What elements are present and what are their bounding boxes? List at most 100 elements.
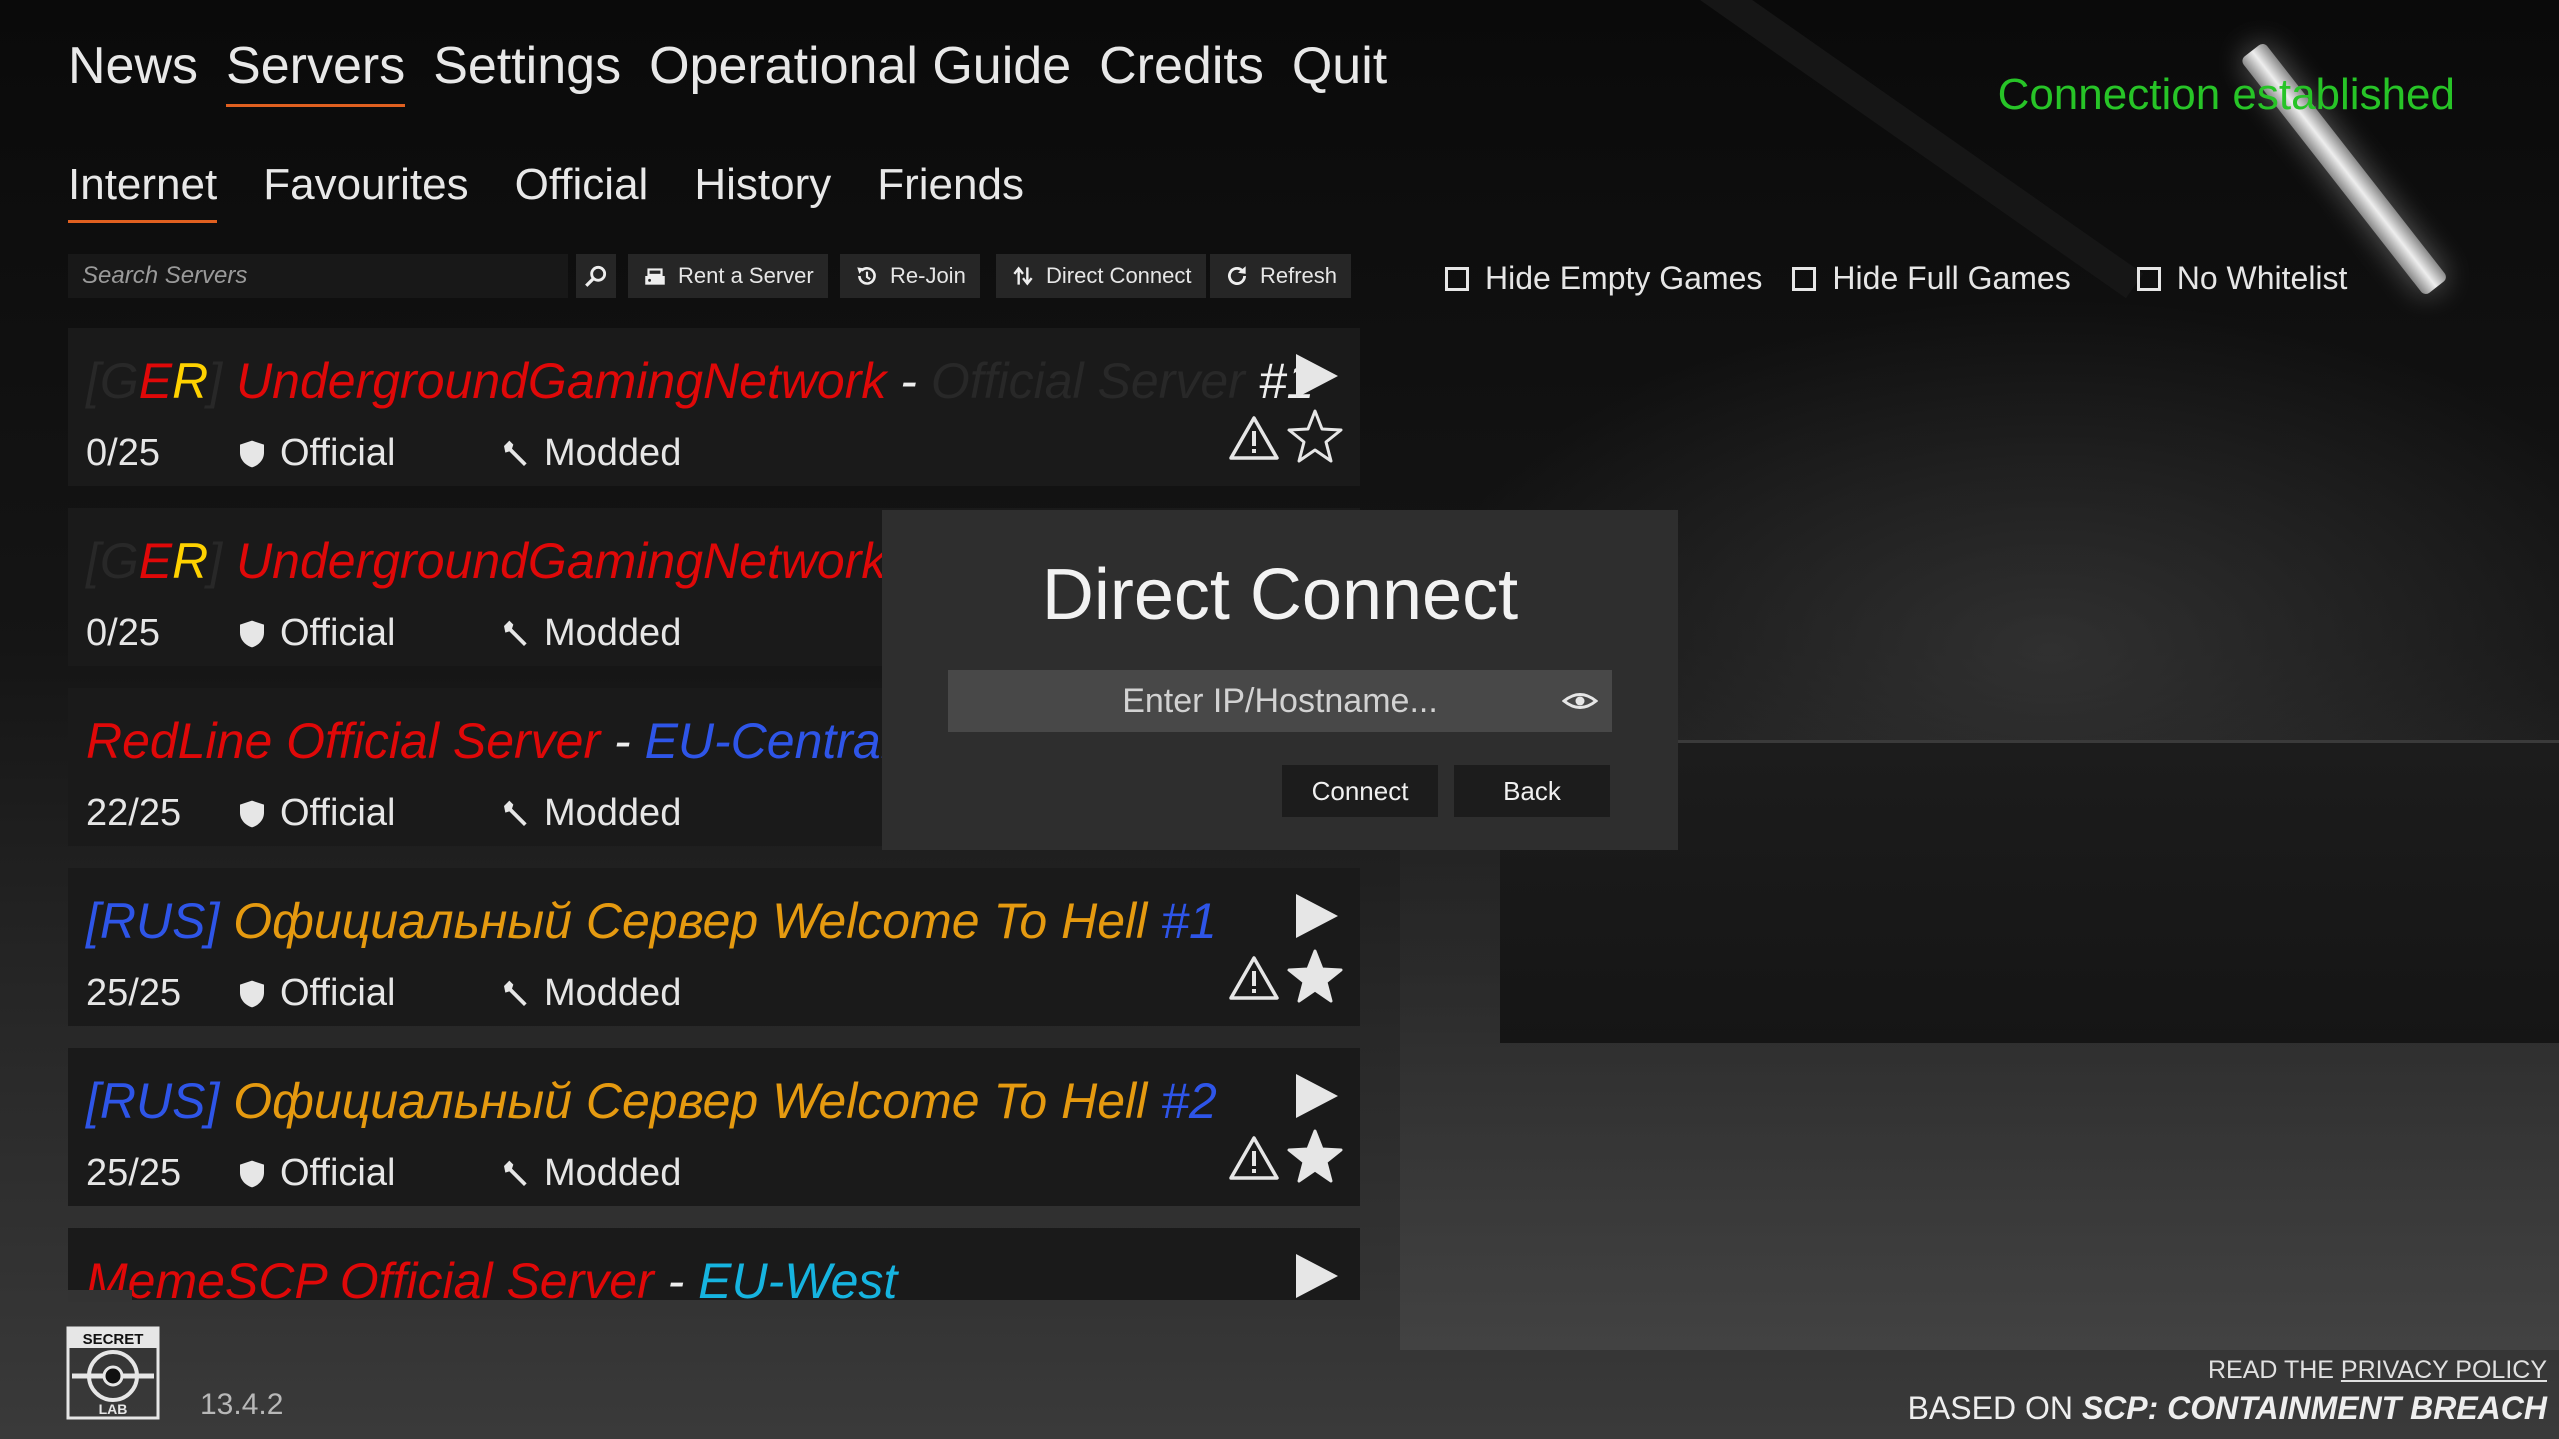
server-name: MemeSCP Official Server - EU-West <box>86 1252 897 1300</box>
official-tag-label: Official <box>280 792 396 834</box>
logo-bottom-text: LAB <box>99 1401 128 1417</box>
server-row[interactable]: MemeSCP Official Server - EU-West <box>68 1228 1360 1300</box>
server-name-part: R <box>172 353 209 409</box>
play-icon[interactable] <box>1290 350 1342 402</box>
connection-status: Connection established <box>1997 70 2455 119</box>
checkbox-hide-full[interactable] <box>1792 266 1817 291</box>
nav-news[interactable]: News <box>68 36 198 107</box>
server-row[interactable]: [GER] UndergroundGamingNetwork - Officia… <box>68 328 1360 486</box>
eye-icon[interactable] <box>1562 688 1598 714</box>
secret-lab-logo: SECRET LAB <box>66 1326 160 1420</box>
play-icon[interactable] <box>1290 890 1342 942</box>
server-name-part: [RUS] <box>86 893 234 949</box>
modded-tag-label: Modded <box>544 612 682 654</box>
server-name-part: E <box>138 533 173 589</box>
server-name-part: RedLine Official Server <box>86 713 601 769</box>
based-prefix: BASED ON <box>1907 1390 2082 1426</box>
wrench-icon <box>504 440 527 466</box>
server-name-part: E <box>138 353 173 409</box>
tab-history[interactable]: History <box>694 160 831 223</box>
history-icon <box>857 267 876 285</box>
official-tag-label: Official <box>280 432 396 474</box>
back-button[interactable]: Back <box>1454 765 1610 817</box>
server-name-part: #2 <box>1161 1073 1217 1129</box>
nav-settings[interactable]: Settings <box>433 36 621 107</box>
filter-hide-empty-label: Hide Empty Games <box>1485 260 1763 296</box>
ip-field <box>948 670 1612 732</box>
server-name-part: - <box>653 1253 699 1300</box>
server-name-part: ] <box>208 533 237 589</box>
refresh-button[interactable]: Refresh <box>1210 254 1352 298</box>
filter-hide-full[interactable]: Hide Full Games <box>1792 260 2071 297</box>
player-count: 0/25 <box>86 612 160 654</box>
filter-no-whitelist-label: No Whitelist <box>2176 260 2348 296</box>
official-tag: Official <box>236 1152 395 1195</box>
tab-friends[interactable]: Friends <box>877 160 1024 223</box>
tab-favourites[interactable]: Favourites <box>263 160 468 223</box>
connect-button[interactable]: Connect <box>1282 765 1438 817</box>
server-name-part: ] <box>208 353 237 409</box>
modded-tag-label: Modded <box>544 1152 682 1194</box>
report-warning-icon[interactable] <box>1228 1134 1280 1182</box>
server-tabs: Internet Favourites Official History Fri… <box>68 160 1024 223</box>
server-name-part: [RUS] <box>86 1073 234 1129</box>
server-row[interactable]: [RUS] Официальный Сервер Welcome To Hell… <box>68 1048 1360 1206</box>
rent-server-button[interactable]: Rent a Server <box>628 254 828 298</box>
search-input[interactable] <box>82 262 568 290</box>
modded-tag: Modded <box>500 1152 681 1195</box>
server-name-part: EU-Central <box>644 713 892 769</box>
nav-credits[interactable]: Credits <box>1099 36 1264 107</box>
play-icon[interactable] <box>1290 1070 1342 1122</box>
rent-server-label: Rent a Server <box>678 263 814 288</box>
star-outline-icon[interactable] <box>1286 408 1344 466</box>
wrench-icon <box>504 800 527 826</box>
server-rack-icon <box>645 268 665 285</box>
checkbox-no-whitelist[interactable] <box>2136 266 2161 291</box>
star-filled-icon[interactable] <box>1286 948 1344 1006</box>
server-name-part: [G <box>86 533 139 589</box>
modded-tag: Modded <box>500 972 681 1015</box>
dialog-title: Direct Connect <box>1041 555 1519 635</box>
based-on-notice: BASED ON SCP: CONTAINMENT BREACH <box>1908 1390 2547 1427</box>
rejoin-button[interactable]: Re-Join <box>840 254 980 298</box>
based-title: SCP: CONTAINMENT BREACH <box>2081 1390 2547 1426</box>
nav-operational-guide[interactable]: Operational Guide <box>649 36 1071 107</box>
server-name: [GER] UndergroundGamingNetwork - Officia… <box>86 352 1314 410</box>
ip-input[interactable] <box>1000 681 1560 721</box>
nav-servers[interactable]: Servers <box>226 36 406 107</box>
play-icon[interactable] <box>1290 1250 1342 1300</box>
server-name-part: [G <box>86 353 139 409</box>
filter-hide-empty[interactable]: Hide Empty Games <box>1445 260 1762 297</box>
modded-tag-label: Modded <box>544 432 682 474</box>
checkbox-hide-empty[interactable] <box>1445 266 1469 291</box>
privacy-policy-link[interactable]: PRIVACY POLICY <box>2341 1356 2547 1384</box>
server-name-part: UndergroundGamingNetwork <box>236 533 887 589</box>
server-row[interactable]: [RUS] Официальный Сервер Welcome To Hell… <box>68 868 1360 1026</box>
rejoin-label: Re-Join <box>890 263 966 288</box>
server-name-part: Официальный Сервер Welcome To Hell <box>233 893 1162 949</box>
filters: Hide Empty Games Hide Full Games No Whit… <box>1445 260 2347 297</box>
wrench-icon <box>504 620 527 646</box>
official-tag: Official <box>236 972 395 1015</box>
filter-no-whitelist[interactable]: No Whitelist <box>2136 260 2348 297</box>
report-warning-icon[interactable] <box>1228 954 1280 1002</box>
logo-top-text: SECRET <box>83 1331 144 1348</box>
nav-quit[interactable]: Quit <box>1292 36 1387 107</box>
tab-official[interactable]: Official <box>515 160 649 223</box>
direct-connect-button[interactable]: Direct Connect <box>996 254 1206 298</box>
modded-tag: Modded <box>500 792 681 835</box>
wrench-icon <box>504 1160 527 1186</box>
star-filled-icon[interactable] <box>1286 1128 1344 1186</box>
server-name-part: UndergroundGamingNetwork <box>236 353 887 409</box>
official-tag-label: Official <box>280 972 396 1014</box>
refresh-label: Refresh <box>1260 263 1338 288</box>
shield-icon <box>240 800 264 827</box>
scrollbar-handle[interactable] <box>68 1290 132 1302</box>
version-label: 13.4.2 <box>200 1388 284 1421</box>
search-button[interactable] <box>576 254 616 298</box>
transfer-arrows-icon <box>1013 266 1033 286</box>
report-warning-icon[interactable] <box>1228 414 1280 462</box>
tab-internet[interactable]: Internet <box>68 160 218 223</box>
direct-connect-dialog: Direct Connect Connect Back <box>882 510 1678 850</box>
server-name: [RUS] Официальный Сервер Welcome To Hell… <box>86 1072 1217 1130</box>
